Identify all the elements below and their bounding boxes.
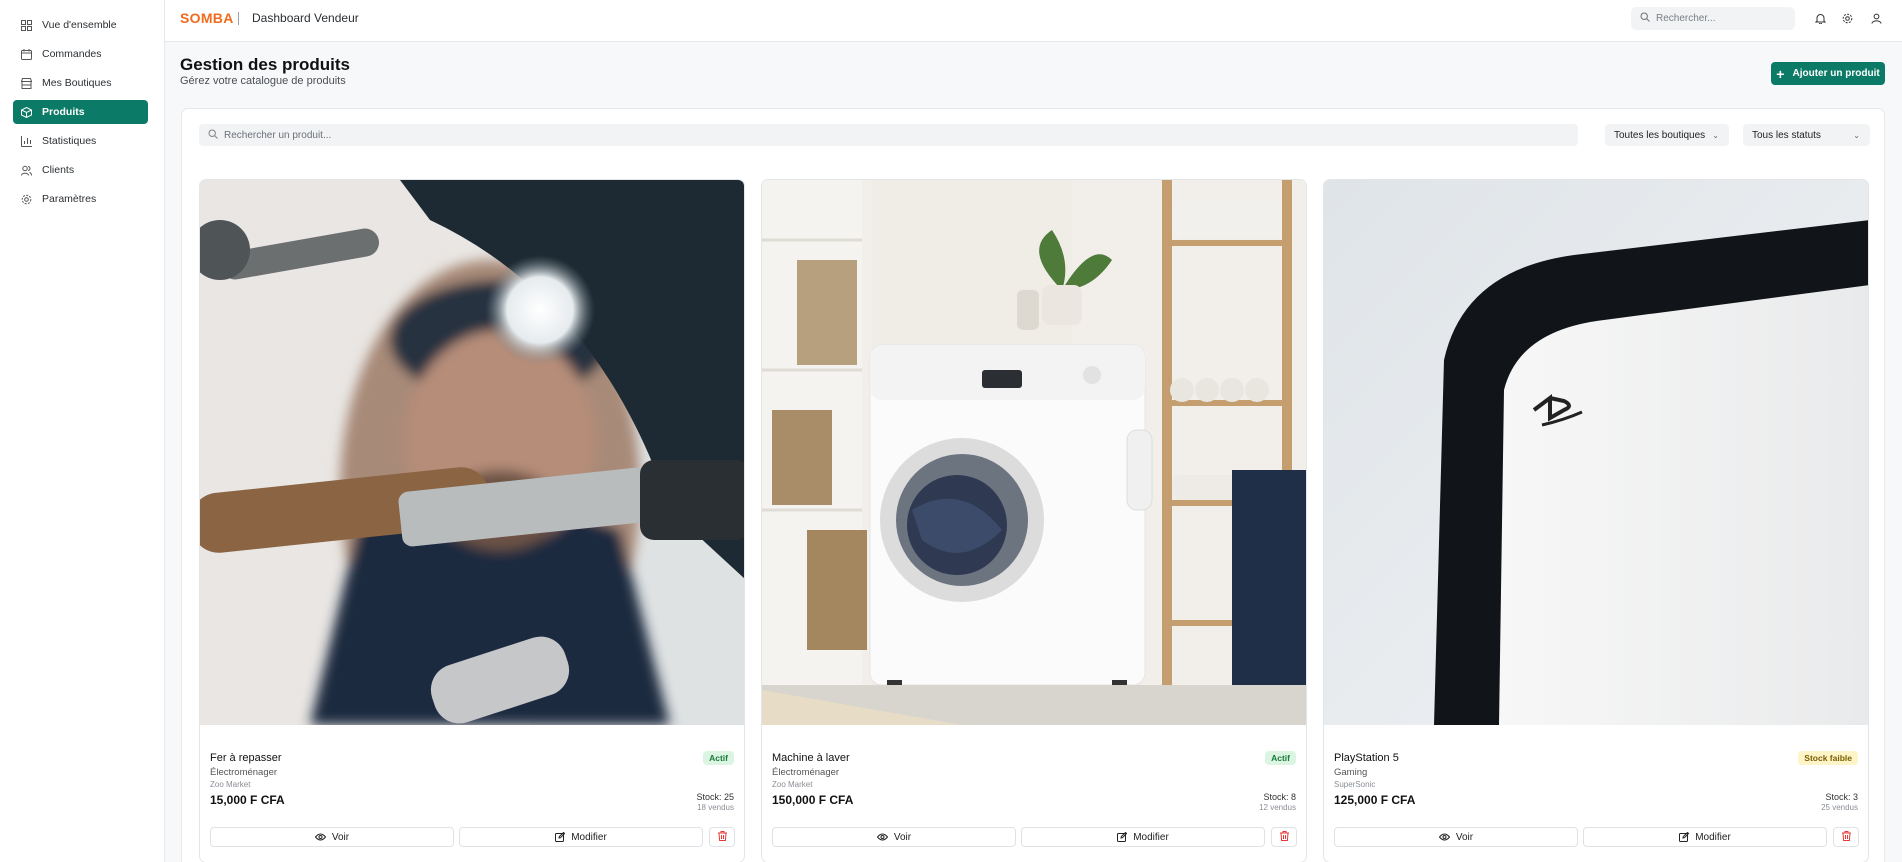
product-price: 15,000 F CFA	[210, 793, 285, 807]
eye-icon	[1438, 833, 1450, 841]
edit-icon	[555, 832, 566, 842]
sidebar-item-settings[interactable]: Paramètres	[13, 187, 148, 211]
top-header: SOMBA Dashboard Vendeur	[165, 0, 1902, 42]
product-category: Électroménager	[210, 767, 278, 778]
users-icon	[21, 165, 32, 176]
trash-icon	[1841, 830, 1851, 844]
product-shop: Zoo Market	[772, 780, 813, 789]
product-card: Fer à repasser Électroménager Zoo Market…	[199, 179, 745, 862]
sidebar-item-products[interactable]: Produits	[13, 100, 148, 124]
chevron-down-icon: ⌄	[1853, 130, 1860, 140]
gear-icon	[21, 194, 32, 205]
view-button[interactable]: Voir	[210, 827, 454, 847]
edit-button[interactable]: Modifier	[1021, 827, 1265, 847]
product-search-input[interactable]	[224, 129, 1524, 141]
sidebar-item-label: Paramètres	[42, 193, 97, 205]
product-category: Gaming	[1334, 767, 1368, 778]
product-image[interactable]	[762, 180, 1306, 725]
products-panel: Toutes les boutiques ⌄ Tous les statuts …	[181, 108, 1885, 862]
store-icon	[21, 77, 32, 89]
page-subtitle: Gérez votre catalogue de produits	[180, 75, 346, 87]
product-price: 125,000 F CFA	[1334, 793, 1416, 807]
sidebar-item-orders[interactable]: Commandes	[13, 42, 148, 66]
edit-label: Modifier	[1695, 831, 1731, 843]
plus-icon: +	[1776, 65, 1785, 82]
view-button[interactable]: Voir	[1334, 827, 1578, 847]
sidebar-item-shops[interactable]: Mes Boutiques	[13, 71, 148, 95]
product-sold: 12 vendus	[1259, 803, 1296, 812]
status-badge: Actif	[1265, 751, 1296, 765]
product-stock: Stock: 25	[696, 792, 734, 802]
sidebar-item-clients[interactable]: Clients	[13, 158, 148, 182]
sidebar-item-label: Mes Boutiques	[42, 77, 112, 89]
add-product-button[interactable]: + Ajouter un produit	[1771, 62, 1885, 85]
view-label: Voir	[331, 831, 350, 843]
product-shop: SuperSonic	[1334, 780, 1376, 789]
sidebar-item-label: Clients	[42, 164, 75, 176]
search-icon	[1640, 12, 1650, 25]
user-icon[interactable]	[1869, 11, 1883, 25]
edit-label: Modifier	[1133, 831, 1169, 843]
product-category: Électroménager	[772, 767, 840, 778]
delete-button[interactable]	[1271, 827, 1297, 847]
product-shop: Zoo Market	[210, 780, 251, 789]
eye-icon	[314, 833, 326, 841]
view-label: Voir	[1455, 831, 1474, 843]
product-search[interactable]	[199, 124, 1578, 146]
edit-button[interactable]: Modifier	[459, 827, 703, 847]
brand-logo[interactable]: SOMBA	[180, 10, 234, 26]
edit-icon	[1117, 832, 1128, 842]
product-name: Fer à repasser	[210, 752, 282, 764]
bar-chart-icon	[21, 135, 32, 147]
product-name: Machine à laver	[772, 752, 850, 764]
edit-icon	[1679, 832, 1690, 842]
product-sold: 18 vendus	[697, 803, 734, 812]
settings-gear-icon[interactable]	[1840, 11, 1854, 25]
sidebar-item-label: Commandes	[42, 48, 102, 60]
product-sold: 25 vendus	[1821, 803, 1858, 812]
delete-button[interactable]	[1833, 827, 1859, 847]
view-button[interactable]: Voir	[772, 827, 1016, 847]
bell-icon[interactable]	[1813, 11, 1827, 25]
product-stock: Stock: 8	[1263, 792, 1296, 802]
product-name: PlayStation 5	[1334, 752, 1399, 764]
status-badge: Actif	[703, 751, 734, 765]
dashboard-icon	[21, 19, 32, 31]
sidebar-item-label: Produits	[42, 106, 85, 118]
status-filter-select[interactable]: Tous les statuts ⌄	[1743, 124, 1870, 146]
sidebar-item-label: Vue d'ensemble	[42, 19, 117, 31]
trash-icon	[717, 830, 727, 844]
status-badge: Stock faible	[1798, 751, 1858, 765]
chevron-down-icon: ⌄	[1712, 130, 1719, 140]
product-card: Machine à laver Électroménager Zoo Marke…	[761, 179, 1307, 862]
header-divider	[238, 12, 239, 25]
global-search-input[interactable]	[1656, 13, 1786, 24]
sidebar: Vue d'ensemble Commandes Mes Boutiques P…	[0, 0, 165, 862]
edit-label: Modifier	[571, 831, 607, 843]
add-product-label: Ajouter un produit	[1792, 68, 1880, 79]
sidebar-item-overview[interactable]: Vue d'ensemble	[13, 13, 148, 37]
sidebar-item-label: Statistiques	[42, 135, 97, 147]
shop-filter-select[interactable]: Toutes les boutiques ⌄	[1605, 124, 1729, 146]
product-price: 150,000 F CFA	[772, 793, 854, 807]
eye-icon	[876, 833, 888, 841]
product-stock: Stock: 3	[1825, 792, 1858, 802]
edit-button[interactable]: Modifier	[1583, 827, 1827, 847]
page-title: Gestion des produits	[180, 55, 351, 74]
status-filter-value: Tous les statuts	[1752, 129, 1821, 141]
view-label: Voir	[893, 831, 912, 843]
sidebar-item-statistics[interactable]: Statistiques	[13, 129, 148, 153]
trash-icon	[1279, 830, 1289, 844]
shop-filter-value: Toutes les boutiques	[1614, 129, 1706, 141]
calendar-icon	[21, 48, 32, 60]
delete-button[interactable]	[709, 827, 735, 847]
global-search[interactable]	[1631, 7, 1795, 30]
product-card: PlayStation 5 Gaming SuperSonic 125,000 …	[1323, 179, 1869, 862]
search-icon	[208, 128, 218, 142]
product-image[interactable]	[1324, 180, 1868, 725]
product-image[interactable]	[200, 180, 744, 725]
package-icon	[21, 106, 32, 118]
header-title: Dashboard Vendeur	[252, 11, 359, 25]
